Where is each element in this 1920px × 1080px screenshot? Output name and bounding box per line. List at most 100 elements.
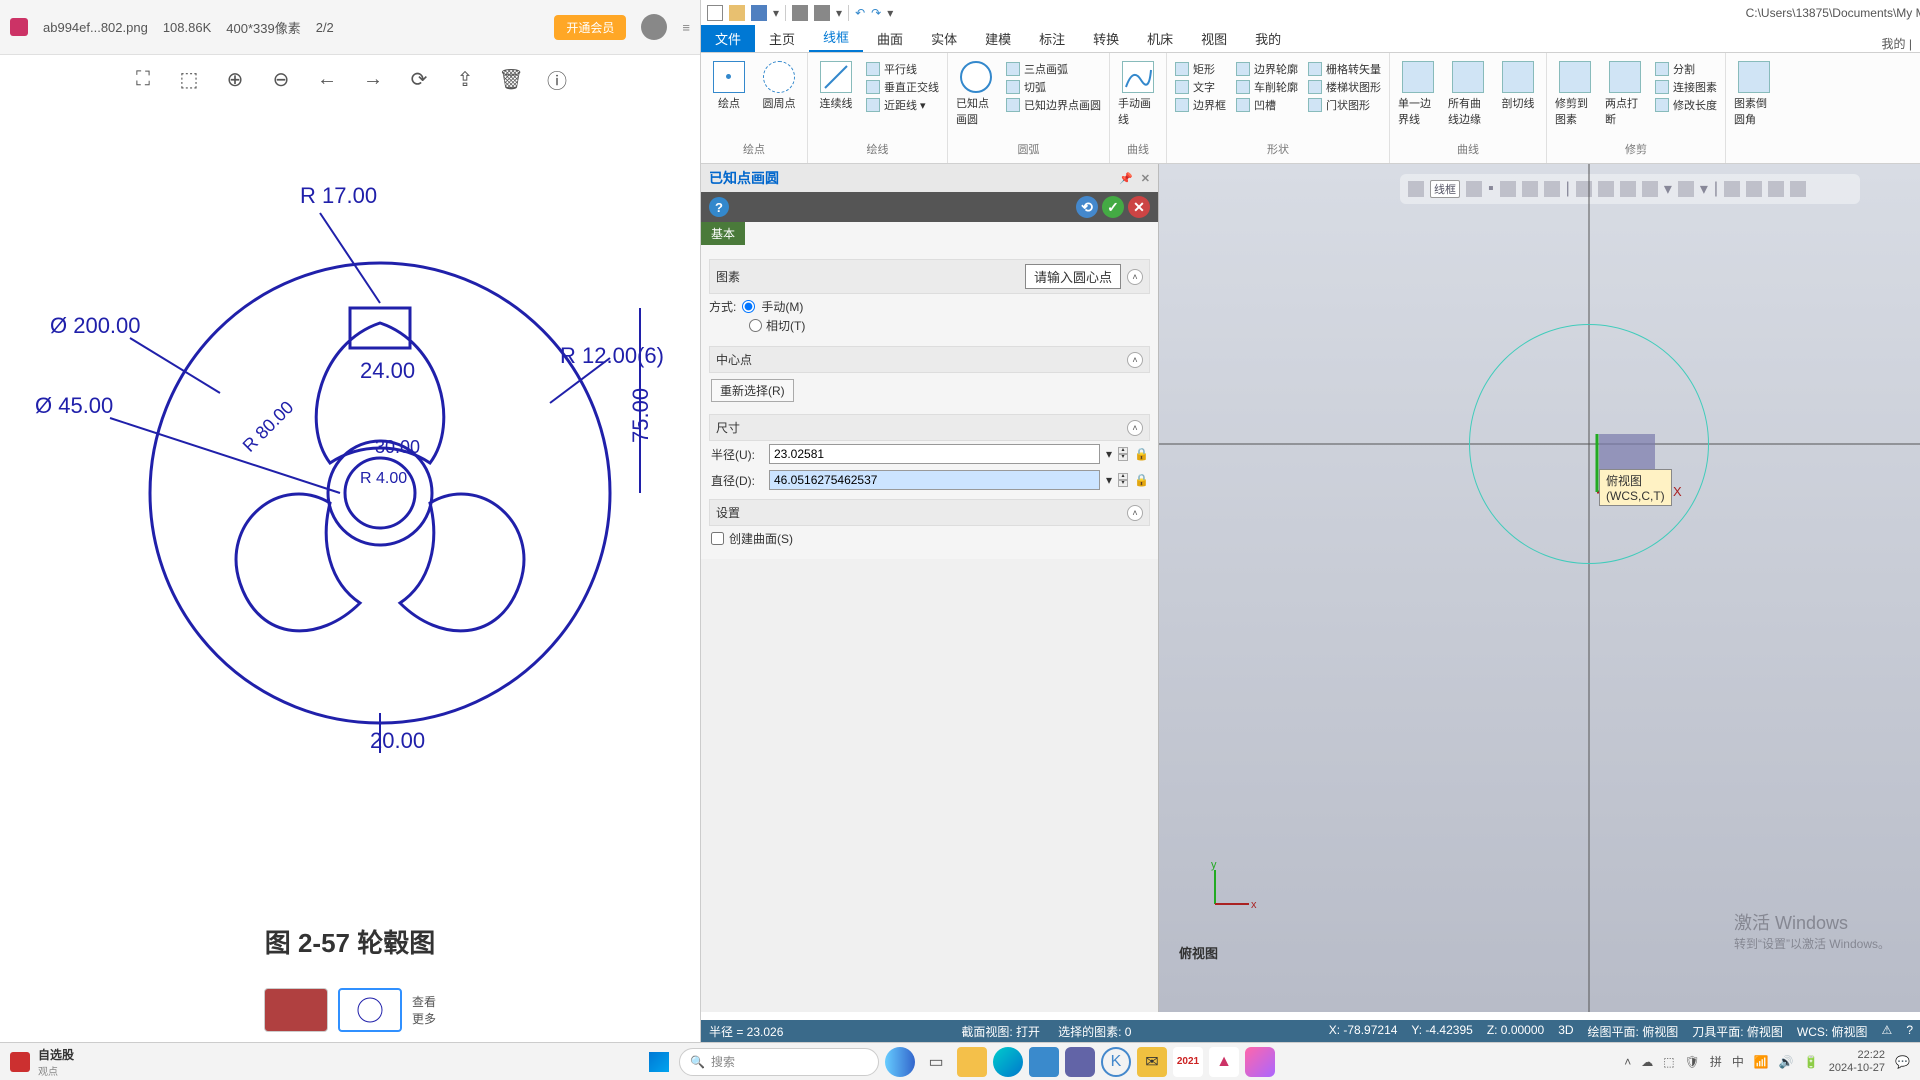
- perp-line-button[interactable]: 垂直正交线: [866, 79, 939, 95]
- dropdown-icon[interactable]: ▾: [1106, 473, 1112, 487]
- taskbar-search[interactable]: 🔍 搜索: [679, 1048, 879, 1076]
- tab-wireframe[interactable]: 线框: [809, 23, 863, 52]
- clock[interactable]: 22:22 2024-10-27: [1829, 1049, 1885, 1075]
- diameter-input[interactable]: [769, 470, 1100, 490]
- sel-icon[interactable]: [1522, 181, 1538, 197]
- sel-icon[interactable]: [1768, 181, 1784, 197]
- app-icon[interactable]: [1245, 1047, 1275, 1077]
- sel-icon[interactable]: [1576, 181, 1592, 197]
- collapse-icon[interactable]: ˄: [1127, 420, 1143, 436]
- print-icon[interactable]: [792, 5, 808, 21]
- zoom-in-icon[interactable]: ⊕: [224, 68, 246, 90]
- user-avatar[interactable]: [641, 14, 667, 40]
- near-line-button[interactable]: 近距线 ▾: [866, 97, 939, 113]
- status-alert-icon[interactable]: ⚠: [1882, 1023, 1893, 1040]
- line-button[interactable]: 连续线: [816, 61, 856, 111]
- boundary-button[interactable]: 边界轮廓: [1236, 61, 1298, 77]
- collapse-icon[interactable]: ˄: [1127, 505, 1143, 521]
- tray-icon[interactable]: 🛡: [1685, 1055, 1700, 1069]
- sel-icon[interactable]: [1598, 181, 1614, 197]
- mastercam-taskbar-icon[interactable]: 2021: [1173, 1047, 1203, 1077]
- known-point-circle-button[interactable]: 已知点画圆: [956, 61, 996, 127]
- collapse-icon[interactable]: ˄: [1127, 269, 1143, 285]
- onedrive-icon[interactable]: ☁: [1641, 1055, 1653, 1069]
- status-cplane[interactable]: 绘图平面: 俯视图: [1588, 1023, 1679, 1040]
- app-icon[interactable]: ▲: [1209, 1047, 1239, 1077]
- sel-icon[interactable]: [1544, 181, 1560, 197]
- connect-button[interactable]: 连接图素: [1655, 79, 1717, 95]
- thumbnail-1[interactable]: [264, 988, 328, 1032]
- teams-icon[interactable]: [1065, 1047, 1095, 1077]
- radius-spinner[interactable]: ▴▾: [1118, 447, 1128, 461]
- rotate-icon[interactable]: ⟳: [408, 68, 430, 90]
- cancel-icon[interactable]: ✕: [1128, 196, 1150, 218]
- manual-curve-button[interactable]: 手动画线: [1118, 61, 1158, 127]
- tab-machine[interactable]: 机床: [1133, 25, 1187, 52]
- sel-icon[interactable]: [1500, 181, 1516, 197]
- explorer-icon[interactable]: [957, 1047, 987, 1077]
- mail-icon[interactable]: ✉: [1137, 1047, 1167, 1077]
- new-icon[interactable]: [707, 5, 723, 21]
- lock-icon[interactable]: 🔒: [1134, 447, 1148, 461]
- prev-icon[interactable]: ←: [316, 68, 338, 90]
- wifi-icon[interactable]: 📶: [1754, 1055, 1769, 1069]
- collapse-icon[interactable]: ˄: [1127, 352, 1143, 368]
- diameter-spinner[interactable]: ▴▾: [1118, 473, 1128, 487]
- status-tplane[interactable]: 刀具平面: 俯视图: [1692, 1023, 1783, 1040]
- create-surface-checkbox[interactable]: [711, 532, 724, 545]
- dropdown-icon[interactable]: ▾: [1106, 447, 1112, 461]
- thumbnail-2[interactable]: [338, 988, 402, 1032]
- groove-button[interactable]: 凹槽: [1236, 97, 1298, 113]
- split-button[interactable]: 分割: [1655, 61, 1717, 77]
- door-button[interactable]: 门状图形: [1308, 97, 1381, 113]
- single-edge-button[interactable]: 单一边界线: [1398, 61, 1438, 127]
- fit-icon[interactable]: ⬚: [178, 68, 200, 90]
- start-button[interactable]: [645, 1048, 673, 1076]
- text-button[interactable]: 文字: [1175, 79, 1226, 95]
- sel-icon[interactable]: [1620, 181, 1636, 197]
- rect-button[interactable]: 矩形: [1175, 61, 1226, 77]
- tab-solid[interactable]: 实体: [917, 25, 971, 52]
- sel-icon[interactable]: [1678, 181, 1694, 197]
- radius-input[interactable]: [769, 444, 1100, 464]
- stock-widget[interactable]: 自选股 观点: [38, 1046, 74, 1078]
- tray-chevron-icon[interactable]: ˄: [1624, 1055, 1631, 1069]
- tab-annotate[interactable]: 标注: [1025, 25, 1079, 52]
- graphics-viewport[interactable]: 线框 ▪ | ▾ ▾ |: [1159, 164, 1920, 1012]
- notifications-icon[interactable]: 💬: [1895, 1055, 1910, 1069]
- fullscreen-icon[interactable]: ⛶: [132, 68, 154, 90]
- basic-tab[interactable]: 基本: [701, 222, 745, 245]
- battery-icon[interactable]: 🔋: [1804, 1055, 1819, 1069]
- view-more[interactable]: 查看 更多: [412, 993, 436, 1027]
- tab-home[interactable]: 主页: [755, 25, 809, 52]
- app-icon[interactable]: K: [1101, 1047, 1131, 1077]
- method-manual-radio[interactable]: [742, 300, 755, 313]
- tab-surface[interactable]: 曲面: [863, 25, 917, 52]
- status-wcs[interactable]: WCS: 俯视图: [1797, 1023, 1868, 1040]
- all-curves-button[interactable]: 所有曲线边缘: [1448, 61, 1488, 127]
- taskview-icon[interactable]: ▭: [921, 1047, 951, 1077]
- sel-icon[interactable]: [1466, 181, 1482, 197]
- notification-icon[interactable]: [10, 1052, 30, 1072]
- close-panel-icon[interactable]: ✕: [1141, 172, 1150, 185]
- tab-file[interactable]: 文件: [701, 25, 755, 52]
- apply-back-icon[interactable]: ⟲: [1076, 196, 1098, 218]
- tab-model[interactable]: 建模: [971, 25, 1025, 52]
- undo-icon[interactable]: ↶: [855, 6, 865, 20]
- fillet-button[interactable]: 图素倒圆角: [1734, 61, 1774, 127]
- printscreen-icon[interactable]: [814, 5, 830, 21]
- break-2pt-button[interactable]: 两点打断: [1605, 61, 1645, 127]
- arc-3pt-button[interactable]: 三点画弧: [1006, 61, 1101, 77]
- sel-icon[interactable]: [1724, 181, 1740, 197]
- delete-icon[interactable]: 🗑: [500, 68, 522, 90]
- tab-transform[interactable]: 转换: [1079, 25, 1133, 52]
- status-help-icon[interactable]: ?: [1906, 1023, 1913, 1040]
- tab-view[interactable]: 视图: [1187, 25, 1241, 52]
- next-icon[interactable]: →: [362, 68, 384, 90]
- stairs-button[interactable]: 楼梯状图形: [1308, 79, 1381, 95]
- sel-icon[interactable]: [1408, 181, 1424, 197]
- bbox-button[interactable]: 边界框: [1175, 97, 1226, 113]
- sel-icon[interactable]: [1746, 181, 1762, 197]
- copilot-icon[interactable]: [885, 1047, 915, 1077]
- ok-icon[interactable]: ✓: [1102, 196, 1124, 218]
